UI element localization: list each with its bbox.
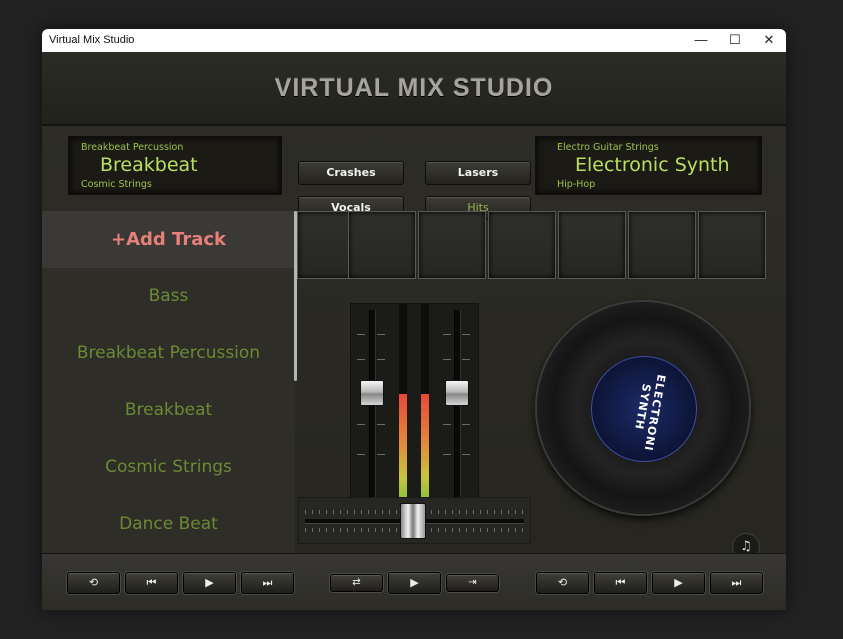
- minimize-icon[interactable]: —: [684, 29, 718, 52]
- lasers-button[interactable]: Lasers: [425, 161, 531, 185]
- fader-tick: [357, 454, 365, 455]
- fader-tick: [377, 454, 385, 455]
- sample-pad[interactable]: [628, 211, 696, 279]
- track-item-bass[interactable]: Bass: [42, 268, 295, 325]
- track-list: +Add Track Bass Breakbeat Percussion Bre…: [42, 211, 295, 553]
- right-deck-current-track: Electronic Synth: [575, 154, 730, 176]
- right-channel-fader-track[interactable]: [454, 310, 461, 502]
- app-title: VIRTUAL MIX STUDIO: [274, 74, 554, 102]
- right-channel-fader-knob[interactable]: [445, 380, 469, 406]
- close-icon[interactable]: ✕: [752, 29, 786, 52]
- fader-tick: [357, 359, 365, 360]
- left-skip-next-icon[interactable]: ⏭: [241, 572, 294, 594]
- fader-tick: [443, 454, 451, 455]
- app-window: Virtual Mix Studio — ☐ ✕ VIRTUAL MIX STU…: [42, 29, 786, 610]
- add-track-button[interactable]: +Add Track: [42, 211, 295, 268]
- app-body: VIRTUAL MIX STUDIO Breakbeat Percussion …: [42, 52, 786, 610]
- crossfader-knob[interactable]: [400, 503, 426, 539]
- track-item-breakbeat[interactable]: Breakbeat: [42, 382, 295, 439]
- sample-pad[interactable]: [558, 211, 626, 279]
- left-skip-previous-icon[interactable]: ⏮: [125, 572, 178, 594]
- right-vu-meter: [421, 394, 429, 505]
- sample-pad[interactable]: [418, 211, 486, 279]
- track-item-breakbeat-percussion[interactable]: Breakbeat Percussion: [42, 325, 295, 382]
- crashes-button[interactable]: Crashes: [298, 161, 404, 185]
- left-repeat-icon[interactable]: ⟲: [67, 572, 120, 594]
- fader-tick: [377, 424, 385, 425]
- turntable[interactable]: ELECTRONI SYNTH: [537, 302, 749, 514]
- left-channel-fader-track[interactable]: [369, 310, 376, 502]
- right-skip-previous-icon[interactable]: ⏮: [594, 572, 647, 594]
- left-deck-display: Breakbeat Percussion Breakbeat Cosmic St…: [68, 136, 282, 195]
- record-label: ELECTRONI SYNTH: [591, 356, 697, 462]
- left-deck-current-track: Breakbeat: [100, 154, 198, 176]
- sample-pad[interactable]: [348, 211, 416, 279]
- right-deck-next-track: Hip-Hop: [557, 179, 596, 190]
- fader-tick: [443, 359, 451, 360]
- right-skip-next-icon[interactable]: ⏭: [710, 572, 763, 594]
- mixer-panel: [350, 303, 479, 510]
- left-play-icon[interactable]: ▶: [183, 572, 236, 594]
- fader-tick: [443, 334, 451, 335]
- left-vu-meter: [399, 394, 407, 505]
- track-item-cosmic-strings[interactable]: Cosmic Strings: [42, 439, 295, 496]
- sample-pad[interactable]: [488, 211, 556, 279]
- sample-pad[interactable]: [698, 211, 766, 279]
- header: VIRTUAL MIX STUDIO: [42, 52, 786, 126]
- left-channel-fader-knob[interactable]: [360, 380, 384, 406]
- record-label-text: ELECTRONI SYNTH: [632, 373, 668, 453]
- fader-tick: [462, 424, 470, 425]
- right-play-icon[interactable]: ▶: [652, 572, 705, 594]
- fast-forward-icon[interactable]: ⇥: [446, 574, 499, 592]
- right-repeat-icon[interactable]: ⟲: [536, 572, 589, 594]
- sample-pads: [297, 211, 786, 279]
- fader-tick: [462, 334, 470, 335]
- sync-icon[interactable]: ⇄: [330, 574, 383, 592]
- right-deck-previous-track: Electro Guitar Strings: [557, 142, 659, 153]
- fader-tick: [462, 454, 470, 455]
- window-title: Virtual Mix Studio: [49, 34, 135, 46]
- left-deck-next-track: Cosmic Strings: [81, 179, 152, 190]
- transport-bar: ⟲ ⏮ ▶ ⏭ ⇄ ▶ ⇥ ⟲ ⏮ ▶ ⏭: [42, 553, 786, 610]
- fader-tick: [377, 359, 385, 360]
- track-item-dance-beat[interactable]: Dance Beat: [42, 496, 295, 553]
- fader-tick: [357, 424, 365, 425]
- fader-tick: [443, 424, 451, 425]
- fader-tick: [357, 334, 365, 335]
- crossfader[interactable]: [298, 497, 531, 544]
- left-deck-previous-track: Breakbeat Percussion: [81, 142, 184, 153]
- fader-tick: [377, 334, 385, 335]
- fader-tick: [462, 359, 470, 360]
- maximize-icon[interactable]: ☐: [718, 29, 752, 52]
- title-bar: Virtual Mix Studio — ☐ ✕: [42, 29, 786, 52]
- right-deck-display: Electro Guitar Strings Electronic Synth …: [535, 136, 762, 195]
- center-play-icon[interactable]: ▶: [388, 572, 441, 594]
